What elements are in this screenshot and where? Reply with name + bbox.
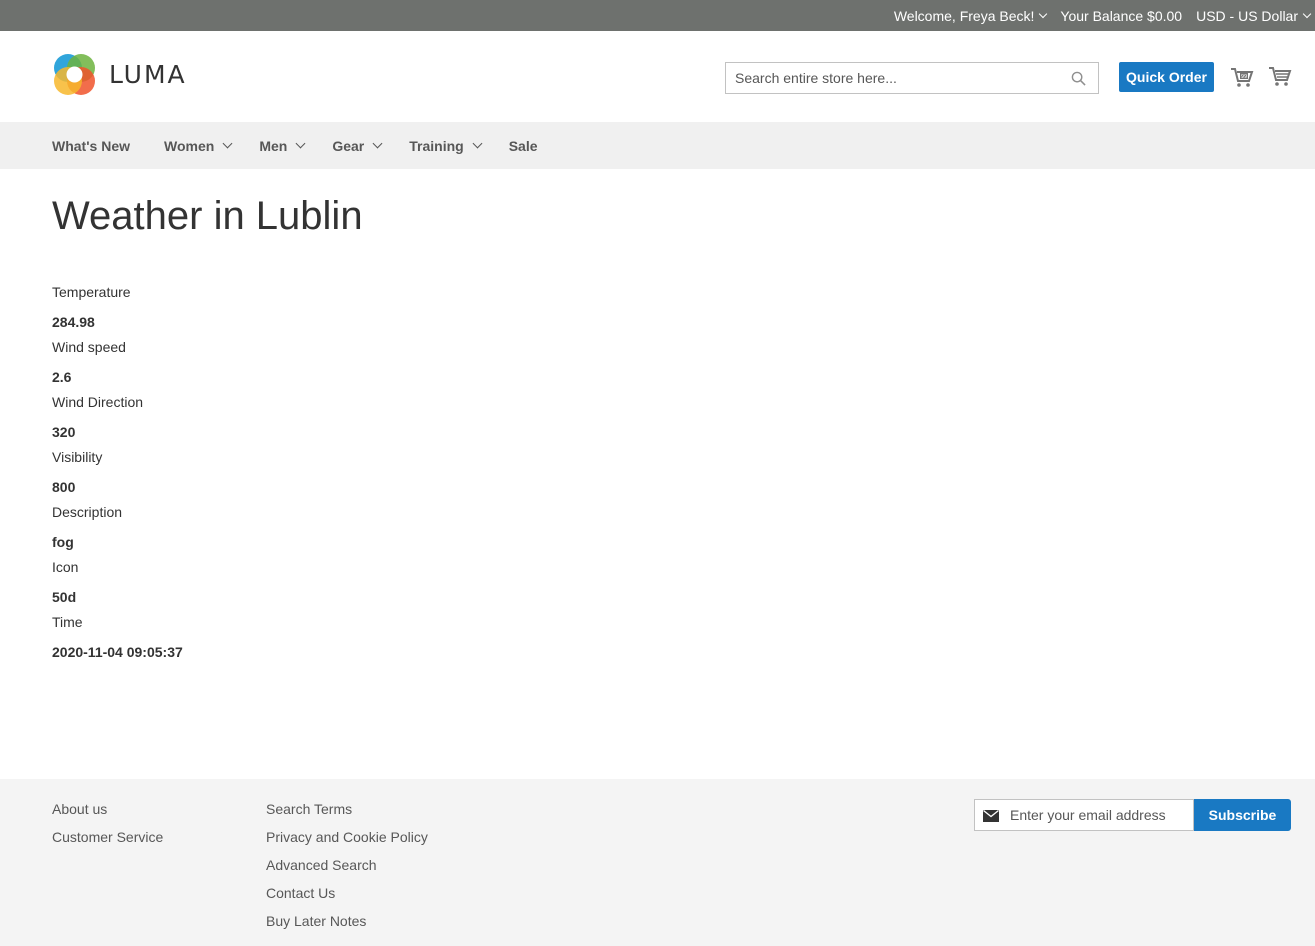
chevron-down-icon	[472, 138, 483, 149]
footer-link-customer-service[interactable]: Customer Service	[52, 828, 163, 856]
nav-item-men[interactable]: Men	[259, 137, 306, 154]
nav-item-women[interactable]: Women	[164, 137, 233, 154]
chevron-down-icon	[222, 138, 233, 149]
visibility-value: 800	[52, 479, 76, 495]
quick-order-button[interactable]: Quick Order	[1119, 62, 1214, 92]
newsletter-form: Subscribe	[974, 799, 1291, 831]
wind-direction-value: 320	[52, 424, 76, 440]
time-label: Time	[52, 614, 83, 630]
nav-item-label: What's New	[52, 137, 131, 154]
subscribe-button[interactable]: Subscribe	[1194, 799, 1291, 831]
nav-item-gear[interactable]: Gear	[332, 137, 383, 154]
wind-direction-label: Wind Direction	[52, 394, 144, 410]
nav-item-training[interactable]: Training	[409, 137, 483, 154]
footer-link-privacy-policy[interactable]: Privacy and Cookie Policy	[266, 828, 428, 856]
nav-item-sale[interactable]: Sale	[509, 138, 538, 154]
search-box	[725, 62, 1099, 94]
nav-item-label: Gear	[332, 137, 365, 154]
time-value: 2020-11-04 09:05:37	[52, 644, 183, 660]
newsletter-field	[974, 799, 1194, 831]
page-title: Weather in Lublin	[52, 194, 363, 238]
description-label: Description	[52, 504, 123, 520]
footer-link-search-terms[interactable]: Search Terms	[266, 800, 428, 828]
currency-switcher[interactable]: USD - US Dollar	[1196, 7, 1312, 24]
top-panel: Welcome, Freya Beck! Your Balance $0.00 …	[0, 0, 1315, 31]
nav-item-label: Men	[259, 137, 288, 154]
main-content: Weather in Lublin Temperature 284.98 Win…	[52, 169, 363, 669]
search-icon[interactable]	[1071, 71, 1086, 86]
nav-item-label: Sale	[508, 137, 538, 154]
newsletter-email-input[interactable]	[975, 800, 1193, 830]
balance-text: Your Balance $0.00	[1060, 7, 1183, 24]
footer-link-about-us[interactable]: About us	[52, 800, 163, 828]
customer-menu-toggle[interactable]: Welcome, Freya Beck!	[893, 7, 1048, 24]
svg-text:99: 99	[1241, 74, 1247, 80]
chevron-down-icon	[1039, 9, 1048, 18]
currency-label: USD - US Dollar	[1196, 7, 1298, 24]
nav-item-label: Women	[164, 137, 215, 154]
nav-item-whats-new[interactable]: What's New	[52, 138, 130, 154]
chevron-down-icon	[295, 138, 306, 149]
top-links: Welcome, Freya Beck! Your Balance $0.00 …	[880, 0, 1315, 31]
logo-text: LUMA	[109, 60, 187, 89]
description-value: fog	[52, 534, 74, 550]
luma-logo-icon	[54, 54, 95, 95]
search-input[interactable]	[726, 63, 1056, 93]
footer-link-buy-later-notes[interactable]: Buy Later Notes	[266, 912, 428, 940]
nav-item-label: Training	[409, 137, 464, 154]
wind-speed-label: Wind speed	[52, 339, 126, 355]
welcome-text: Welcome, Freya Beck!	[893, 7, 1035, 24]
footer-links-col-1: About us Customer Service	[52, 800, 163, 856]
logo-link[interactable]: LUMA	[52, 52, 187, 97]
site-footer: About us Customer Service Search Terms P…	[0, 779, 1315, 946]
visibility-label: Visibility	[52, 449, 103, 465]
site-header: LUMA Quick Order 99	[0, 31, 1315, 122]
wind-speed-value: 2.6	[52, 369, 72, 385]
mail-icon	[983, 810, 999, 822]
footer-links-col-2: Search Terms Privacy and Cookie Policy A…	[266, 800, 428, 940]
temperature-value: 284.98	[52, 314, 95, 330]
footer-link-advanced-search[interactable]: Advanced Search	[266, 856, 428, 884]
weather-details: Temperature 284.98 Wind speed 2.6 Wind D…	[52, 284, 363, 669]
chevron-down-icon	[1302, 9, 1312, 18]
temperature-label: Temperature	[52, 284, 131, 300]
footer-link-contact-us[interactable]: Contact Us	[266, 884, 428, 912]
icon-value: 50d	[52, 589, 77, 605]
cart-icon[interactable]	[1268, 64, 1292, 88]
quote-cart-icon[interactable]: 99	[1230, 65, 1254, 89]
icon-label: Icon	[52, 559, 79, 575]
chevron-down-icon	[372, 138, 383, 149]
main-navigation: What's New Women Men Gear Training Sale	[0, 122, 1315, 169]
